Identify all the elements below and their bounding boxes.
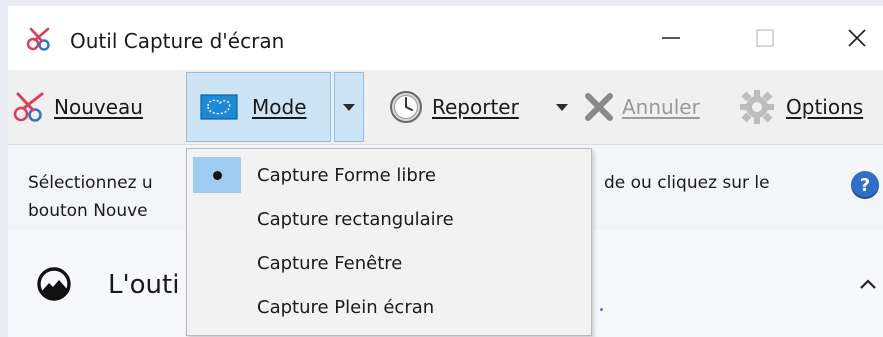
menu-item-label: Capture Forme libre bbox=[257, 164, 436, 186]
mode-menu: Capture Forme libre Capture rectangulair… bbox=[186, 148, 592, 336]
delay-button[interactable]: Reporter bbox=[388, 70, 519, 144]
snipping-tool-window: Outil Capture d'écran Nouveau Mode Repor… bbox=[0, 0, 883, 337]
close-button[interactable] bbox=[834, 18, 880, 58]
menu-item-label: Capture Fenêtre bbox=[257, 252, 403, 274]
new-button[interactable]: Nouveau bbox=[12, 70, 143, 144]
delay-dropdown-button[interactable] bbox=[556, 70, 568, 144]
minimize-icon bbox=[662, 37, 680, 39]
menu-item-rectangular[interactable]: Capture rectangulaire bbox=[187, 197, 591, 241]
instruction-line-2-left: bouton Nouve bbox=[28, 201, 148, 221]
cancel-button-label: Annuler bbox=[622, 95, 700, 119]
title-bar: Outil Capture d'écran bbox=[8, 6, 883, 70]
delay-button-label: Reporter bbox=[432, 95, 519, 119]
mode-button-content[interactable]: Mode bbox=[200, 70, 307, 144]
instruction-line-1-left: Sélectionnez u bbox=[28, 173, 153, 193]
scissors-icon bbox=[13, 92, 44, 122]
notice-text: L'outi bbox=[108, 270, 180, 300]
maximize-icon bbox=[756, 29, 774, 47]
desktop-edge-left bbox=[0, 0, 8, 337]
menu-item-window[interactable]: Capture Fenêtre bbox=[187, 241, 591, 285]
options-button[interactable]: Options bbox=[738, 70, 863, 144]
toolbar: Nouveau Mode Reporter Annuler Options bbox=[8, 70, 883, 144]
freeform-snip-icon bbox=[200, 94, 238, 120]
menu-item-freeform[interactable]: Capture Forme libre bbox=[187, 153, 591, 197]
options-button-label: Options bbox=[786, 95, 864, 119]
minimize-button[interactable] bbox=[648, 18, 694, 58]
mode-dropdown-button[interactable] bbox=[334, 72, 364, 142]
notice-link-dot: . bbox=[598, 292, 605, 317]
menu-item-fullscreen[interactable]: Capture Plein écran bbox=[187, 285, 591, 329]
help-icon[interactable]: ? bbox=[851, 171, 879, 199]
scissors-app-icon bbox=[26, 27, 50, 51]
gear-icon bbox=[740, 90, 774, 124]
chevron-down-icon bbox=[343, 103, 355, 111]
maximize-button[interactable] bbox=[742, 18, 788, 58]
chevron-up-icon[interactable] bbox=[858, 274, 878, 294]
cancel-x-icon bbox=[585, 93, 613, 121]
snip-sketch-icon bbox=[37, 267, 71, 301]
menu-item-label: Capture Plein écran bbox=[257, 296, 435, 318]
bullet-icon bbox=[212, 170, 222, 180]
window-title: Outil Capture d'écran bbox=[70, 29, 285, 53]
new-button-label: Nouveau bbox=[54, 95, 143, 119]
menu-selected-indicator bbox=[193, 157, 241, 193]
instruction-line-1-right: de ou cliquez sur le bbox=[604, 173, 770, 193]
cancel-button[interactable]: Annuler bbox=[584, 70, 700, 144]
close-icon bbox=[848, 29, 866, 47]
clock-icon bbox=[390, 91, 422, 123]
mode-button-label: Mode bbox=[252, 95, 307, 119]
menu-item-label: Capture rectangulaire bbox=[257, 208, 454, 230]
chevron-down-icon bbox=[556, 103, 568, 111]
